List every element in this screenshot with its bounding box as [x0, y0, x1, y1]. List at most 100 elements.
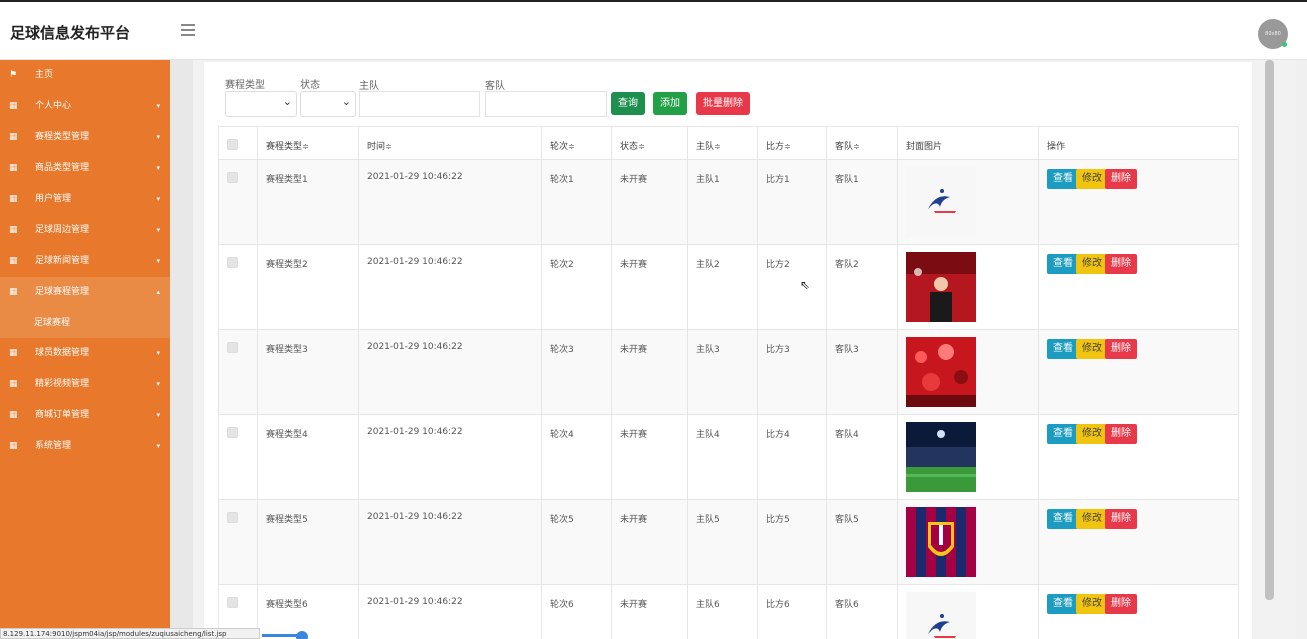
- sort-icon[interactable]: ≑: [784, 142, 791, 151]
- cell-type: 赛程类型4: [257, 414, 359, 500]
- chevron-down-icon: ▾: [156, 195, 160, 203]
- sort-icon[interactable]: ≑: [853, 142, 860, 151]
- sort-icon[interactable]: ≑: [568, 142, 575, 151]
- batch-delete-button[interactable]: 批量删除: [696, 92, 750, 115]
- avatar[interactable]: 80x80: [1258, 19, 1288, 49]
- delete-button[interactable]: 删除: [1105, 509, 1137, 529]
- delete-button[interactable]: 删除: [1105, 424, 1137, 444]
- chevron-down-icon: ▾: [156, 102, 160, 110]
- sidebar-item[interactable]: ▦ 足球赛程管理 ▴: [0, 277, 170, 308]
- row-checkbox[interactable]: [227, 427, 238, 438]
- app-title: 足球信息发布平台: [10, 24, 131, 42]
- sidebar-item[interactable]: ▦ 个人中心 ▾: [0, 91, 170, 122]
- row-select-cell[interactable]: [218, 244, 258, 330]
- type-select[interactable]: [225, 91, 297, 117]
- header-away[interactable]: 客队≑: [826, 126, 898, 160]
- grid-icon: ▦: [9, 132, 18, 142]
- row-checkbox[interactable]: [227, 257, 238, 268]
- cell-home: 主队4: [687, 414, 758, 500]
- row-select-cell[interactable]: [218, 499, 258, 585]
- cell-cover: [897, 329, 1039, 415]
- edit-button[interactable]: 修改: [1076, 424, 1108, 444]
- view-button[interactable]: 查看: [1047, 339, 1079, 359]
- grid-icon: ▦: [9, 256, 18, 266]
- status-select[interactable]: [300, 91, 356, 117]
- sort-icon[interactable]: ≑: [302, 142, 309, 151]
- cell-score: 比方5: [757, 499, 827, 585]
- view-button[interactable]: 查看: [1047, 254, 1079, 274]
- edit-button[interactable]: 修改: [1076, 509, 1108, 529]
- sort-icon[interactable]: ≑: [638, 142, 645, 151]
- cell-away: 客队5: [826, 499, 898, 585]
- delete-button[interactable]: 删除: [1105, 254, 1137, 274]
- add-button[interactable]: 添加: [653, 92, 687, 115]
- row-select-cell[interactable]: [218, 329, 258, 415]
- row-checkbox[interactable]: [227, 342, 238, 353]
- cell-time: 2021-01-29 10:46:22: [358, 414, 542, 500]
- schedule-table: 赛程类型≑ 时间≑ 轮次≑ 状态≑ 主队≑ 比方≑ 客队≑ 封面图片 操作 赛程…: [218, 126, 1239, 639]
- sidebar-item[interactable]: ⚑ 主页: [0, 60, 170, 91]
- sidebar-item[interactable]: ▦ 赛程类型管理 ▾: [0, 122, 170, 153]
- header-away-label: 客队: [835, 142, 854, 152]
- header-round[interactable]: 轮次≑: [541, 126, 612, 160]
- sidebar-item[interactable]: ▦ 系统管理 ▾: [0, 431, 170, 462]
- view-button[interactable]: 查看: [1047, 594, 1079, 614]
- header-type[interactable]: 赛程类型≑: [257, 126, 359, 160]
- sidebar-item[interactable]: ▦ 用户管理 ▾: [0, 184, 170, 215]
- cell-home: 主队6: [687, 584, 758, 639]
- cell-status: 未开赛: [611, 584, 688, 639]
- view-button[interactable]: 查看: [1047, 169, 1079, 189]
- query-button[interactable]: 查询: [611, 92, 645, 115]
- row-checkbox[interactable]: [227, 512, 238, 523]
- row-checkbox[interactable]: [227, 172, 238, 183]
- header-score[interactable]: 比方≑: [757, 126, 827, 160]
- table-row: 赛程类型5 2021-01-29 10:46:22 轮次5 未开赛 主队5 比方5 客队5 查…: [218, 499, 1239, 585]
- hamburger-menu-icon[interactable]: [181, 24, 195, 36]
- header-home[interactable]: 主队≑: [687, 126, 758, 160]
- delete-button[interactable]: 删除: [1105, 594, 1137, 614]
- content-scroll-thumb[interactable]: [1265, 60, 1274, 600]
- table-row: 赛程类型3 2021-01-29 10:46:22 轮次3 未开赛 主队3 比方3 客队3 查…: [218, 329, 1239, 415]
- slider-handle[interactable]: [296, 631, 308, 639]
- sidebar-item-label: 主页: [35, 70, 54, 80]
- cell-round: 轮次1: [541, 159, 612, 245]
- select-all-checkbox[interactable]: [227, 139, 238, 150]
- grid-icon: ▦: [9, 441, 18, 451]
- row-checkbox[interactable]: [227, 597, 238, 608]
- header-select-all[interactable]: [218, 126, 258, 160]
- chevron-down-icon: ▾: [156, 226, 160, 234]
- edit-button[interactable]: 修改: [1076, 254, 1108, 274]
- table-row: 赛程类型2 2021-01-29 10:46:22 轮次2 未开赛 主队2 比方2 客队2 查…: [218, 244, 1239, 330]
- away-team-input[interactable]: [485, 91, 607, 117]
- sidebar-item[interactable]: ▦ 商品类型管理 ▾: [0, 153, 170, 184]
- delete-button[interactable]: 删除: [1105, 169, 1137, 189]
- sidebar: ⚑ 主页 ▦ 个人中心 ▾ ▦ 赛程类型管理 ▾ ▦ 商品类型管理 ▾ ▦ 用户管理 ▾ ▦ 足球周边管理 ▾ ▦…: [0, 60, 170, 639]
- row-select-cell[interactable]: [218, 414, 258, 500]
- row-select-cell[interactable]: [218, 159, 258, 245]
- grid-icon: ▦: [9, 101, 18, 111]
- view-button[interactable]: 查看: [1047, 509, 1079, 529]
- sort-icon[interactable]: ≑: [385, 142, 392, 151]
- sidebar-item[interactable]: ▦ 商城订单管理 ▾: [0, 400, 170, 431]
- edit-button[interactable]: 修改: [1076, 169, 1108, 189]
- sidebar-subitem[interactable]: 足球赛程: [0, 308, 170, 338]
- header-time[interactable]: 时间≑: [358, 126, 542, 160]
- sort-icon[interactable]: ≑: [714, 142, 721, 151]
- sidebar-item[interactable]: ▦ 精彩视频管理 ▾: [0, 369, 170, 400]
- sidebar-item[interactable]: ▦ 球员数据管理 ▾: [0, 338, 170, 369]
- home-team-input[interactable]: [359, 91, 480, 117]
- header-status[interactable]: 状态≑: [611, 126, 688, 160]
- view-button[interactable]: 查看: [1047, 424, 1079, 444]
- window-scrollbar[interactable]: [1296, 60, 1307, 639]
- cover-image: [906, 252, 976, 325]
- edit-button[interactable]: 修改: [1076, 339, 1108, 359]
- sidebar-item[interactable]: ▦ 足球新闻管理 ▾: [0, 246, 170, 277]
- edit-button[interactable]: 修改: [1076, 594, 1108, 614]
- table-row: 赛程类型1 2021-01-29 10:46:22 轮次1 未开赛 主队1 比方1 客队1 查…: [218, 159, 1239, 245]
- delete-button[interactable]: 删除: [1105, 339, 1137, 359]
- sidebar-item-label: 足球周边管理: [35, 225, 90, 235]
- sidebar-item[interactable]: ▦ 足球周边管理 ▾: [0, 215, 170, 246]
- cell-score: 比方1: [757, 159, 827, 245]
- cover-image: [906, 167, 976, 240]
- header-time-label: 时间: [367, 142, 386, 152]
